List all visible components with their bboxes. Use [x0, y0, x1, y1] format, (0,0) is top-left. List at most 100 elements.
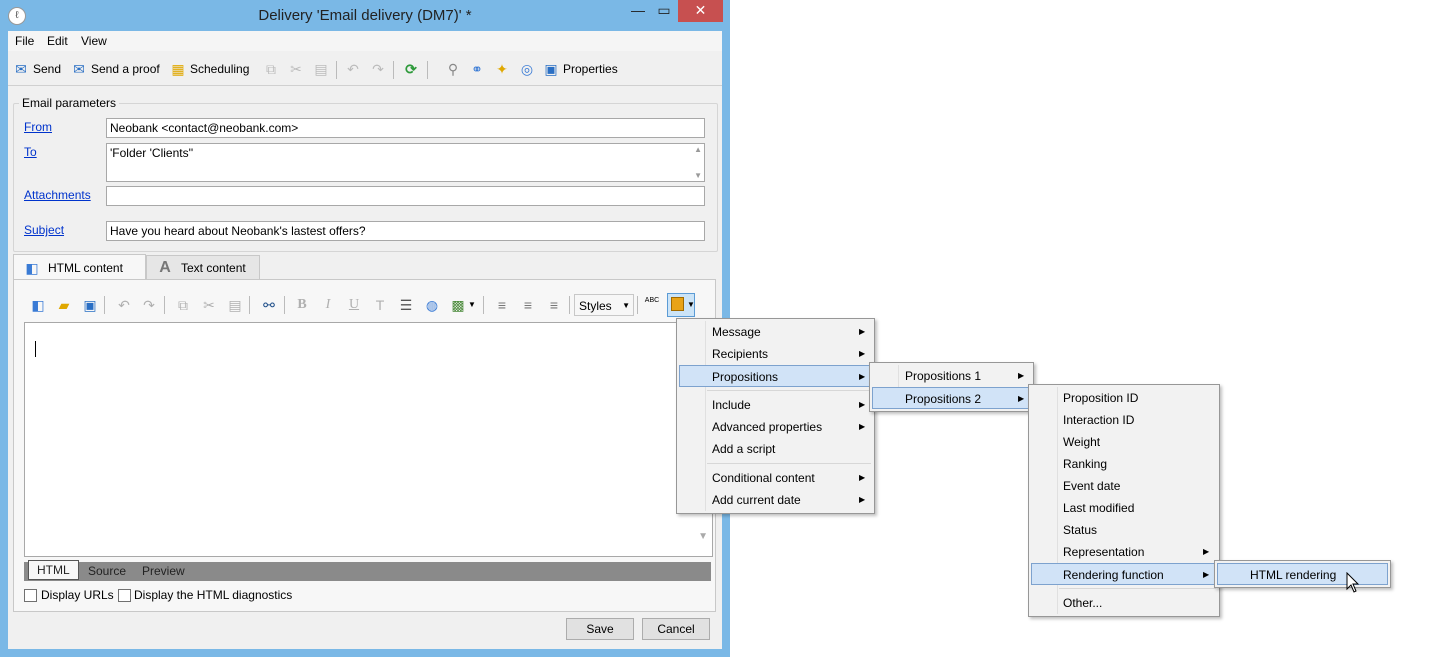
undo-icon[interactable]: ↶	[114, 295, 134, 315]
editor-separator	[483, 296, 484, 314]
link-icon[interactable]: ⚭	[469, 61, 485, 77]
menu-item-propositions-2[interactable]: Propositions 2 ▶	[872, 387, 1031, 409]
attachments-field[interactable]	[106, 186, 705, 206]
title-bar[interactable]: ℓ Delivery 'Email delivery (DM7)' * — ▭ …	[0, 0, 730, 30]
styles-select[interactable]: Styles ▼	[574, 294, 634, 316]
close-button[interactable]: ✕	[678, 0, 723, 22]
from-field[interactable]: Neobank <contact@neobank.com>	[106, 118, 705, 138]
redo-icon[interactable]: ↷	[370, 61, 386, 77]
refresh-icon[interactable]: ⟳	[403, 61, 419, 77]
menu-item-add-script[interactable]: Add a script	[679, 438, 872, 460]
scheduling-label: Scheduling	[190, 62, 250, 76]
subject-field[interactable]: Have you heard about Neobank's lastest o…	[106, 221, 705, 241]
paste-icon[interactable]: ▤	[313, 61, 329, 77]
maximize-button[interactable]: ▭	[652, 0, 676, 22]
scroll-up-icon[interactable]: ▲	[694, 145, 702, 154]
propositions-submenu: Propositions 1 ▶ Propositions 2 ▶	[869, 362, 1034, 412]
mode-tabs: HTML Source Preview	[24, 560, 711, 581]
globe-link-icon[interactable]: ◍	[422, 295, 442, 315]
underline-icon[interactable]: U	[344, 295, 364, 315]
menu-item-ranking[interactable]: Ranking	[1031, 453, 1217, 475]
menu-item-interaction-id[interactable]: Interaction ID	[1031, 409, 1217, 431]
attachment-icon[interactable]: ⚲	[445, 61, 461, 77]
editor-separator	[637, 296, 638, 314]
html-diagnostics-checkbox[interactable]	[118, 589, 131, 602]
main-toolbar: ✉ Send ✉ Send a proof ▦ Scheduling ⧉ ✂ ▤…	[8, 53, 722, 86]
align-left-icon[interactable]: ≡	[492, 295, 512, 315]
to-field[interactable]: 'Folder 'Clients'' ▲ ▼	[106, 143, 705, 182]
menu-item-propositions-1[interactable]: Propositions 1 ▶	[872, 365, 1031, 387]
menu-item-event-date[interactable]: Event date	[1031, 475, 1217, 497]
display-urls-checkbox[interactable]	[24, 589, 37, 602]
menu-item-advanced-properties[interactable]: Advanced properties ▶	[679, 416, 872, 438]
cancel-button[interactable]: Cancel	[642, 618, 710, 640]
binoculars-icon[interactable]: ⚯	[259, 295, 279, 315]
italic-icon[interactable]: I	[318, 295, 338, 315]
undo-icon[interactable]: ↶	[345, 61, 361, 77]
menu-item-other[interactable]: Other...	[1031, 592, 1217, 614]
from-link[interactable]: From	[24, 120, 52, 134]
tab-preview-mode[interactable]: Preview	[134, 562, 193, 581]
cut-icon[interactable]: ✂	[199, 295, 219, 315]
properties-button[interactable]: ▣ Properties	[543, 61, 618, 77]
minimize-button[interactable]: —	[626, 0, 650, 22]
menu-item-add-current-date[interactable]: Add current date ▶	[679, 489, 872, 511]
tab-text-label: Text content	[181, 260, 246, 275]
cut-icon[interactable]: ✂	[288, 61, 304, 77]
menu-item-message[interactable]: Message ▶	[679, 321, 872, 343]
save-button[interactable]: Save	[566, 618, 634, 640]
menu-item-representation[interactable]: Representation ▶	[1031, 541, 1217, 563]
properties-label: Properties	[563, 62, 618, 76]
scheduling-button[interactable]: ▦ Scheduling	[170, 61, 249, 77]
insert-field-icon	[671, 297, 684, 311]
open-folder-icon[interactable]: ▰	[54, 295, 74, 315]
menu-item-html-rendering[interactable]: HTML rendering	[1217, 563, 1388, 585]
text-format-icon[interactable]: T	[370, 295, 390, 315]
menu-item-propositions[interactable]: Propositions ▶	[679, 365, 872, 387]
bold-icon[interactable]: B	[292, 295, 312, 315]
menu-item-recipients[interactable]: Recipients ▶	[679, 343, 872, 365]
tab-source-mode[interactable]: Source	[80, 562, 134, 581]
rendering-function-submenu: HTML rendering	[1214, 560, 1391, 588]
menu-item-conditional-content[interactable]: Conditional content ▶	[679, 467, 872, 489]
send-proof-button[interactable]: ✉ Send a proof	[71, 61, 160, 77]
align-center-icon[interactable]: ≡	[518, 295, 538, 315]
personalization-button[interactable]: ▼	[667, 293, 695, 317]
redo-icon[interactable]: ↷	[139, 295, 159, 315]
menu-bar: File Edit View	[8, 31, 722, 51]
send-button[interactable]: ✉ Send	[13, 61, 61, 77]
attachments-link[interactable]: Attachments	[24, 188, 91, 202]
gift-icon[interactable]: ✦	[494, 61, 510, 77]
image-icon[interactable]: ▩	[448, 295, 468, 315]
window-body: File Edit View ✉ Send ✉ Send a proof ▦ S…	[8, 31, 722, 649]
tab-text-content[interactable]: A Text content	[146, 255, 260, 279]
menu-view[interactable]: View	[81, 34, 107, 48]
menu-item-weight[interactable]: Weight	[1031, 431, 1217, 453]
scroll-down-icon[interactable]: ▼	[698, 531, 708, 542]
menu-item-include[interactable]: Include ▶	[679, 394, 872, 416]
align-right-icon[interactable]: ≡	[544, 295, 564, 315]
menu-item-proposition-id[interactable]: Proposition ID	[1031, 387, 1217, 409]
menu-file[interactable]: File	[15, 34, 34, 48]
image-dropdown-icon[interactable]: ▼	[468, 300, 476, 309]
copy-icon[interactable]: ⧉	[173, 295, 193, 315]
subject-link[interactable]: Subject	[24, 223, 64, 237]
scroll-down-icon[interactable]: ▼	[694, 171, 702, 180]
menu-item-status[interactable]: Status	[1031, 519, 1217, 541]
submenu-arrow-icon: ▶	[859, 327, 866, 336]
submenu-arrow-icon: ▶	[1203, 570, 1210, 579]
tracking-icon[interactable]: ◎	[519, 61, 535, 77]
menu-item-rendering-function[interactable]: Rendering function ▶	[1031, 563, 1217, 585]
to-link[interactable]: To	[24, 145, 37, 159]
bullet-list-icon[interactable]: ☰	[396, 295, 416, 315]
menu-item-last-modified[interactable]: Last modified	[1031, 497, 1217, 519]
html-editor-area[interactable]: ▼	[24, 322, 713, 557]
spellcheck-icon[interactable]: ABC	[642, 295, 662, 315]
tab-html-content[interactable]: ◧ HTML content	[13, 254, 146, 280]
menu-edit[interactable]: Edit	[47, 34, 68, 48]
new-document-icon[interactable]: ◧	[28, 295, 48, 315]
tab-html-mode[interactable]: HTML	[28, 560, 79, 580]
save-icon[interactable]: ▣	[80, 295, 100, 315]
paste-icon[interactable]: ▤	[225, 295, 245, 315]
copy-icon[interactable]: ⧉	[263, 61, 279, 77]
